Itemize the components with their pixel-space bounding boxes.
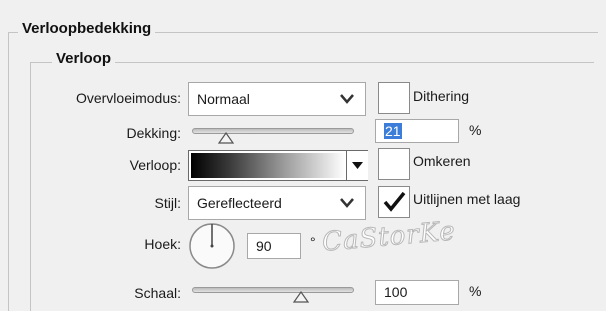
reverse-checkbox[interactable] [378,148,410,180]
chevron-down-icon [340,198,354,208]
panel-title: Verloopbedekking [18,20,156,37]
style-value: Gereflecteerd [197,195,282,211]
angle-dial-icon[interactable] [187,221,237,271]
opacity-value: 21 [384,123,402,139]
blend-mode-label: Overvloeimodus: [75,90,181,106]
align-with-layer-label: Uitlijnen met laag [413,191,521,207]
outer-group-border-left [8,32,9,311]
angle-input[interactable]: 90 [247,233,301,259]
blend-mode-select[interactable]: Normaal [188,82,366,116]
style-label: Stijl: [154,195,181,211]
opacity-slider-thumb[interactable] [218,132,235,144]
section-title: Verloop [52,50,116,67]
angle-unit: ° [310,234,316,250]
chevron-down-icon [340,94,354,104]
style-select[interactable]: Gereflecteerd [188,186,366,220]
watermark: CaStorKe [320,216,457,259]
checkmark-icon [383,191,406,212]
dither-label: Dithering [413,88,470,104]
blend-mode-value: Normaal [197,91,250,107]
scale-value: 100 [384,284,408,300]
angle-label: Hoek: [144,236,181,252]
reverse-label: Omkeren [413,153,471,169]
scale-slider-track[interactable] [192,287,354,293]
scale-input[interactable]: 100 [375,280,459,305]
scale-slider-thumb[interactable] [292,291,309,303]
dropdown-arrow-icon [352,162,363,169]
opacity-label: Dekking: [126,125,181,141]
angle-value: 90 [256,238,272,254]
align-with-layer-checkbox[interactable] [378,186,410,218]
dither-checkbox[interactable] [378,82,410,114]
opacity-input[interactable]: 21 [375,119,459,143]
gradient-preview [191,153,345,178]
scale-unit: % [469,283,482,299]
scale-label: Schaal: [134,285,181,301]
gradient-picker[interactable] [188,150,368,181]
gradient-dropdown-button[interactable] [346,151,368,180]
opacity-unit: % [469,122,482,138]
opacity-slider-track[interactable] [192,128,354,134]
inner-group-border-left [30,62,31,311]
gradient-label: Verloop: [129,157,181,173]
